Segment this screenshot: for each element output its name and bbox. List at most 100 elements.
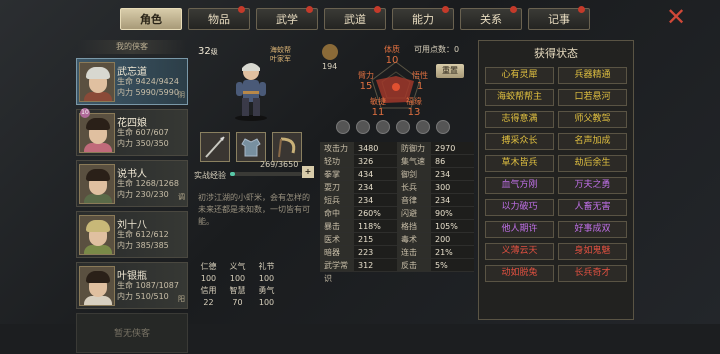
stat-cell: 拳掌 434 <box>320 168 397 180</box>
tab-journal[interactable]: 记事 <box>528 6 590 30</box>
stat-value: 2970 +360 <box>431 142 474 166</box>
notification-dot <box>442 6 449 13</box>
status-effect[interactable]: 名声加成 <box>558 133 627 150</box>
stat-table: 攻击力3480 +398防御力2970 +360轻功326集气速度86拳掌434… <box>320 142 474 283</box>
tab-items[interactable]: 物品 <box>188 6 250 30</box>
status-effect[interactable]: 动如脱兔 <box>485 265 554 282</box>
status-effect[interactable]: 身如鬼魅 <box>558 243 627 260</box>
stat-label: 御剑 <box>397 168 431 180</box>
stat-row: 轻功326集气速度86 <box>320 155 474 179</box>
gem-slot[interactable] <box>396 120 410 134</box>
status-effect[interactable]: 志得意满 <box>485 111 554 128</box>
attr-label: 福缘 <box>406 97 422 106</box>
reset-button[interactable]: 重置 <box>436 64 464 78</box>
accessory-slot[interactable] <box>272 132 302 162</box>
tab-role[interactable]: 角色 <box>120 8 182 30</box>
roster-card[interactable]: 说书人 生命 1268/1268 内力 230/230 调 <box>76 160 188 207</box>
stat-value: 200 <box>431 233 474 245</box>
gem-slot[interactable] <box>416 120 430 134</box>
roster-card[interactable]: 刘十八 生命 612/612 内力 385/385 <box>76 211 188 258</box>
stat-label: 攻击力 <box>320 142 354 154</box>
roster-card[interactable]: 10 花四娘 生命 607/607 内力 350/350 <box>76 108 188 156</box>
member-mp: 内力 510/510 <box>117 292 169 301</box>
roster-card[interactable]: 叶银瓶 生命 1087/1087 内力 510/510 阳 <box>76 262 188 309</box>
stat-row: 医术 215 毒术 200 <box>320 233 474 246</box>
status-effect[interactable]: 好事成双 <box>558 221 627 238</box>
stat-cell: 反击 5% <box>397 259 474 271</box>
tab-label: 武学 <box>276 13 298 26</box>
power-value: 194 <box>322 62 338 71</box>
gem-slot[interactable] <box>376 120 390 134</box>
status-effect[interactable]: 义薄云天 <box>485 243 554 260</box>
weapon-slot[interactable] <box>200 132 230 162</box>
status-effect[interactable]: 以力破巧 <box>485 199 554 216</box>
member-tag: 阴 <box>178 91 185 99</box>
stat-cell: 闪避 90% <box>397 207 474 219</box>
stat-value: 260% <box>354 207 397 219</box>
tab-relations[interactable]: 关系 <box>460 6 522 30</box>
status-effect[interactable]: 口若悬河 <box>558 89 627 106</box>
tab-label: 角色 <box>140 13 162 26</box>
attr-label: 臂力 <box>358 71 374 80</box>
stat-label: 长兵 <box>397 181 431 193</box>
sickle-icon <box>278 137 296 158</box>
status-effect[interactable]: 海蛟帮帮主 <box>485 89 554 106</box>
stat-label: 医术 <box>320 233 354 245</box>
portrait-avatar <box>79 266 115 306</box>
status-effect[interactable]: 他人期许 <box>485 221 554 238</box>
member-tag: 调 <box>178 193 185 201</box>
stat-cell: 武学常识 312 <box>320 259 397 283</box>
status-effect[interactable]: 心有灵犀 <box>485 67 554 84</box>
attr-label: 悟性 <box>412 71 428 80</box>
stat-label: 闪避 <box>397 207 431 219</box>
status-effect[interactable]: 草木皆兵 <box>485 155 554 172</box>
attr-value: 13 <box>407 107 421 118</box>
status-effect[interactable]: 兵器精通 <box>558 67 627 84</box>
status-effect[interactable]: 师父教驾 <box>558 111 627 128</box>
add-xp-button[interactable]: + <box>302 166 314 178</box>
stat-row: 命中 260% 闪避 90% <box>320 207 474 220</box>
virtue-label: 勇气 <box>258 286 275 295</box>
gem-slot[interactable] <box>336 120 350 134</box>
stat-row: 暗器 223 连击 21% <box>320 246 474 259</box>
level-value: 32 <box>198 46 211 57</box>
close-icon[interactable]: ✕ <box>664 5 688 30</box>
member-hp: 生命 607/607 <box>117 128 169 137</box>
roster-card[interactable]: 武忘道 生命 9424/9424 内力 5990/5990 阴 <box>76 58 188 105</box>
attr-value: 15 <box>359 81 373 92</box>
tab-bar: 角色 物品 武学 武道 能力 关系 记事 <box>120 6 590 30</box>
status-effect[interactable]: 人畜无害 <box>558 199 627 216</box>
stat-cell: 集气速度86 <box>397 155 474 179</box>
tab-martial[interactable]: 武学 <box>256 6 318 30</box>
stat-label: 格挡 <box>397 220 431 232</box>
status-effect[interactable]: 搏采众长 <box>485 133 554 150</box>
stat-value: 105% <box>431 220 474 232</box>
stat-cell: 轻功 326 <box>320 155 397 167</box>
status-effect[interactable]: 血气方刚 <box>485 177 554 194</box>
status-effect[interactable]: 万夫之勇 <box>558 177 627 194</box>
stat-row: 拳掌 434 御剑 234 <box>320 168 474 181</box>
attr-label: 体质 <box>384 45 400 54</box>
gem-slot[interactable] <box>356 120 370 134</box>
stat-label: 拳掌 <box>320 168 354 180</box>
tab-label: 武道 <box>344 13 366 26</box>
member-mp: 内力 230/230 <box>117 190 169 199</box>
status-effect[interactable]: 长兵奇才 <box>558 265 627 282</box>
tab-wudao[interactable]: 武道 <box>324 6 386 30</box>
status-effect[interactable]: 劫后余生 <box>558 155 627 172</box>
level-unit: 级 <box>210 48 218 56</box>
character-panel: 32级 海蛟帮 叶家军 实战经验 269/3650 + 初涉江湖的小虾米，会有怎样… <box>190 40 314 322</box>
stat-label: 轻功 <box>320 155 354 167</box>
tab-label: 物品 <box>208 13 230 26</box>
empty-slot[interactable]: 暂无侠客 <box>76 313 188 353</box>
attr-strength: 臂力 15 <box>358 70 374 92</box>
member-hp: 生命 1268/1268 <box>117 179 179 188</box>
stat-cell: 御剑 234 <box>397 168 474 180</box>
stat-value: 215 <box>354 233 397 245</box>
armor-slot[interactable] <box>236 132 266 162</box>
tab-ability[interactable]: 能力 <box>392 6 454 30</box>
spear-icon <box>205 136 225 158</box>
gem-slot[interactable] <box>436 120 450 134</box>
virtue-label: 智慧 <box>229 286 246 295</box>
portrait-avatar <box>79 113 115 153</box>
